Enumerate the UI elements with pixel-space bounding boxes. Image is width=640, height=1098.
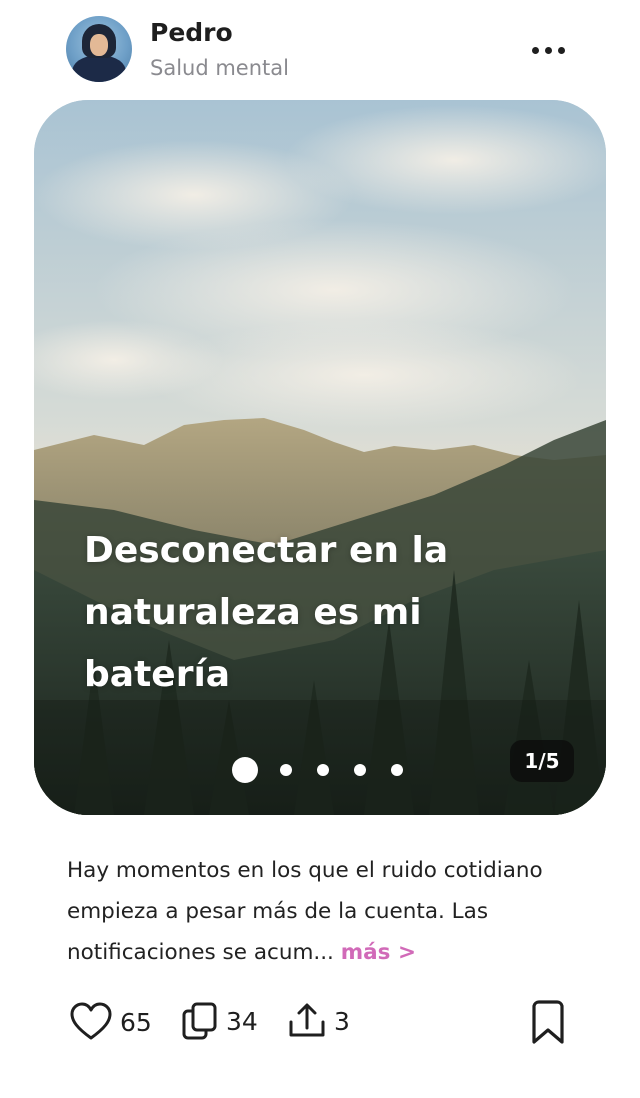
carousel-indicator bbox=[232, 755, 428, 785]
carousel-dot[interactable] bbox=[391, 764, 403, 776]
share-button[interactable]: 3 bbox=[288, 1002, 350, 1040]
avatar-face bbox=[90, 34, 108, 56]
avatar-body bbox=[72, 56, 126, 82]
heart-icon bbox=[70, 1002, 112, 1040]
more-options-button[interactable] bbox=[526, 30, 570, 70]
copy-icon bbox=[182, 1002, 217, 1040]
more-horizontal-icon bbox=[544, 46, 552, 54]
save-button[interactable] bbox=[528, 1000, 568, 1050]
share-icon bbox=[289, 1003, 325, 1037]
author-name[interactable]: Pedro bbox=[150, 18, 233, 47]
collections-count: 34 bbox=[226, 1006, 258, 1036]
avatar[interactable] bbox=[66, 16, 132, 82]
carousel-dot[interactable] bbox=[354, 764, 366, 776]
bookmark-icon bbox=[532, 1000, 564, 1044]
collect-button[interactable]: 34 bbox=[182, 1002, 258, 1040]
more-horizontal-icon bbox=[531, 46, 539, 54]
author-topic: Salud mental bbox=[150, 56, 289, 80]
post-overlay-title: Desconectar en la naturaleza es mi bater… bbox=[84, 530, 449, 695]
more-horizontal-icon bbox=[557, 46, 565, 54]
post-caption: Hay momentos en los que el ruido cotidia… bbox=[67, 850, 587, 973]
page-counter-badge: 1/5 bbox=[510, 740, 574, 782]
landscape-image bbox=[34, 100, 606, 815]
carousel-dot[interactable] bbox=[280, 764, 292, 776]
shares-count: 3 bbox=[334, 1006, 350, 1036]
post-header: Pedro Salud mental bbox=[0, 0, 640, 100]
carousel-dot-active[interactable] bbox=[232, 757, 258, 783]
more-link[interactable]: más > bbox=[341, 940, 416, 965]
caption-text: Hay momentos en los que el ruido cotidia… bbox=[67, 858, 543, 965]
post-image-card[interactable]: Desconectar en la naturaleza es mi bater… bbox=[34, 100, 606, 815]
likes-count: 65 bbox=[120, 1007, 152, 1037]
like-button[interactable]: 65 bbox=[70, 1002, 152, 1042]
carousel-dot[interactable] bbox=[317, 764, 329, 776]
